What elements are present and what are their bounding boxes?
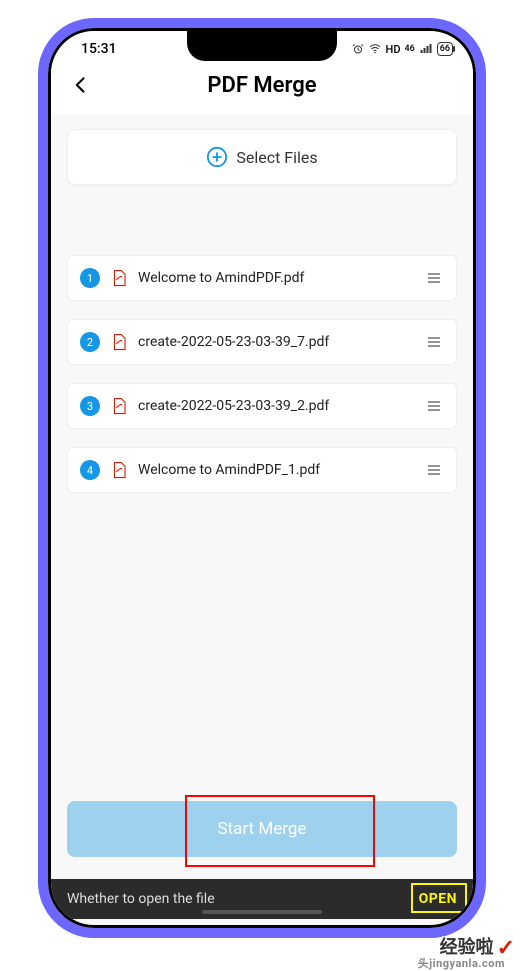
file-row[interactable]: 4 Welcome to AmindPDF_1.pdf: [67, 447, 457, 493]
drag-handle-icon[interactable]: [424, 334, 444, 350]
pdf-icon: [110, 397, 128, 415]
status-time: 15:31: [81, 41, 117, 57]
start-merge-label: Start Merge: [218, 819, 307, 839]
file-number-badge: 2: [80, 332, 100, 352]
pdf-icon: [110, 461, 128, 479]
drag-handle-icon[interactable]: [424, 462, 444, 478]
drag-handle-icon[interactable]: [424, 398, 444, 414]
file-name-label: create-2022-05-23-03-39_2.pdf: [138, 398, 414, 414]
status-right: HD 46 66: [352, 42, 453, 56]
file-number-badge: 3: [80, 396, 100, 416]
watermark-url: 头jingyanla.com: [418, 955, 505, 971]
signal-icon: [419, 43, 433, 55]
phone-screen: 15:31 HD 46 66 PDF Merge Select Files: [48, 28, 476, 928]
plus-circle-icon: [206, 146, 228, 168]
phone-notch: [187, 31, 337, 61]
toast-open-button[interactable]: OPEN: [419, 891, 457, 907]
back-button[interactable]: [67, 71, 95, 99]
start-merge-button[interactable]: Start Merge: [67, 801, 457, 857]
watermark: 经验啦✓ 头jingyanla.com: [440, 933, 515, 961]
select-files-button[interactable]: Select Files: [67, 129, 457, 185]
toast-message: Whether to open the file: [67, 891, 215, 907]
page-title: PDF Merge: [95, 73, 429, 98]
content-area: Select Files 1 Welcome to AmindPDF.pdf 2…: [51, 115, 473, 919]
file-row[interactable]: 1 Welcome to AmindPDF.pdf: [67, 255, 457, 301]
file-name-label: Welcome to AmindPDF.pdf: [138, 270, 414, 286]
file-row[interactable]: 3 create-2022-05-23-03-39_2.pdf: [67, 383, 457, 429]
app-header: PDF Merge: [51, 61, 473, 115]
drag-handle-icon[interactable]: [424, 270, 444, 286]
file-number-badge: 1: [80, 268, 100, 288]
watermark-text: 经验啦: [440, 937, 494, 958]
battery-icon: 66: [437, 42, 453, 56]
status-hd: HD: [386, 43, 401, 56]
checkmark-icon: ✓: [497, 936, 515, 961]
status-net: 46: [405, 44, 415, 54]
file-name-label: create-2022-05-23-03-39_7.pdf: [138, 334, 414, 350]
file-number-badge: 4: [80, 460, 100, 480]
home-indicator[interactable]: [202, 910, 322, 914]
alarm-icon: [352, 43, 364, 55]
wifi-icon: [368, 43, 382, 55]
chevron-left-icon: [71, 75, 91, 95]
file-name-label: Welcome to AmindPDF_1.pdf: [138, 462, 414, 478]
pdf-icon: [110, 333, 128, 351]
pdf-icon: [110, 269, 128, 287]
phone-frame: 15:31 HD 46 66 PDF Merge Select Files: [38, 18, 486, 938]
file-row[interactable]: 2 create-2022-05-23-03-39_7.pdf: [67, 319, 457, 365]
select-files-label: Select Files: [236, 148, 317, 167]
